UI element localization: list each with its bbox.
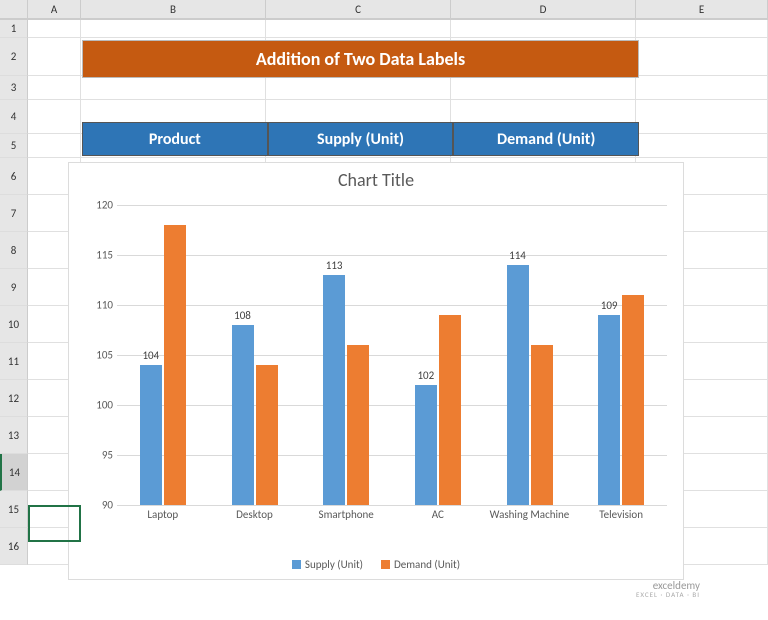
row-header-12[interactable]: 12 xyxy=(0,380,28,417)
bar-demand[interactable] xyxy=(531,345,553,505)
data-label[interactable]: 108 xyxy=(228,309,258,322)
bar-supply[interactable] xyxy=(507,265,529,505)
legend-label-demand: Demand (Unit) xyxy=(394,558,460,571)
bar-demand[interactable] xyxy=(164,225,186,505)
bar-supply[interactable] xyxy=(323,275,345,505)
header-product: Product xyxy=(82,122,268,156)
embedded-chart[interactable]: Chart Title 9095100105110115120Laptop104… xyxy=(68,162,684,580)
data-label[interactable]: 104 xyxy=(136,349,166,362)
data-label[interactable]: 113 xyxy=(319,259,349,272)
row-header-13[interactable]: 13 xyxy=(0,417,28,454)
row-header-16[interactable]: 16 xyxy=(0,528,28,565)
x-tick-label: AC xyxy=(392,505,484,521)
row-header-5[interactable]: 5 xyxy=(0,134,28,158)
row-header-7[interactable]: 7 xyxy=(0,195,28,232)
column-header-D[interactable]: D xyxy=(451,0,636,19)
x-tick-label: Television xyxy=(575,505,667,521)
gridline xyxy=(117,455,667,456)
column-header-A[interactable]: A xyxy=(28,0,81,19)
x-tick-label: Laptop xyxy=(117,505,209,521)
data-label[interactable]: 109 xyxy=(594,299,624,312)
y-tick-label: 120 xyxy=(85,199,113,212)
gridline xyxy=(117,255,667,256)
legend-item-demand[interactable]: Demand (Unit) xyxy=(381,558,460,571)
row-header-4[interactable]: 4 xyxy=(0,100,28,134)
column-header-B[interactable]: B xyxy=(81,0,266,19)
y-tick-label: 105 xyxy=(85,349,113,362)
watermark-main: exceldemy xyxy=(636,580,700,591)
legend[interactable]: Supply (Unit) Demand (Unit) xyxy=(69,558,683,571)
row-header-10[interactable]: 10 xyxy=(0,306,28,343)
bar-demand[interactable] xyxy=(256,365,278,505)
y-tick-label: 100 xyxy=(85,399,113,412)
row-header-15[interactable]: 15 xyxy=(0,491,28,528)
plot-area[interactable]: 9095100105110115120Laptop104Desktop108Sm… xyxy=(117,205,667,505)
row-header-1[interactable]: 1 xyxy=(0,20,28,38)
watermark-sub: EXCEL · DATA · BI xyxy=(636,591,700,598)
x-tick-label: Desktop xyxy=(209,505,301,521)
y-tick-label: 95 xyxy=(85,449,113,462)
x-tick-label: Smartphone xyxy=(300,505,392,521)
row-header-2[interactable]: 2 xyxy=(0,38,28,76)
legend-item-supply[interactable]: Supply (Unit) xyxy=(292,558,363,571)
gridline xyxy=(117,205,667,206)
data-label[interactable]: 102 xyxy=(411,369,441,382)
row-headers: 12345678910111213141516 xyxy=(0,20,28,565)
row-header-6[interactable]: 6 xyxy=(0,158,28,195)
legend-swatch-supply xyxy=(292,560,301,569)
bar-demand[interactable] xyxy=(622,295,644,505)
x-tick-label: Washing Machine xyxy=(484,505,576,521)
row-header-11[interactable]: 11 xyxy=(0,343,28,380)
select-all-corner[interactable] xyxy=(0,0,28,19)
gridline xyxy=(117,305,667,306)
row-header-3[interactable]: 3 xyxy=(0,76,28,100)
row-header-9[interactable]: 9 xyxy=(0,269,28,306)
bar-supply[interactable] xyxy=(415,385,437,505)
bar-supply[interactable] xyxy=(140,365,162,505)
legend-swatch-demand xyxy=(381,560,390,569)
spreadsheet-grid: ABCDE 12345678910111213141516 Addition o… xyxy=(0,0,768,620)
y-tick-label: 115 xyxy=(85,249,113,262)
data-label[interactable]: 114 xyxy=(503,249,533,262)
table-header-row: Product Supply (Unit) Demand (Unit) xyxy=(82,122,639,156)
title-banner: Addition of Two Data Labels xyxy=(82,40,639,78)
chart-title[interactable]: Chart Title xyxy=(69,163,683,191)
y-tick-label: 90 xyxy=(85,499,113,512)
gridline xyxy=(117,405,667,406)
column-header-E[interactable]: E xyxy=(636,0,768,19)
bar-demand[interactable] xyxy=(439,315,461,505)
bar-supply[interactable] xyxy=(598,315,620,505)
watermark: exceldemy EXCEL · DATA · BI xyxy=(636,580,700,598)
header-supply: Supply (Unit) xyxy=(268,122,454,156)
header-demand: Demand (Unit) xyxy=(453,122,639,156)
gridline xyxy=(117,355,667,356)
row-header-14[interactable]: 14 xyxy=(0,454,28,491)
bar-demand[interactable] xyxy=(347,345,369,505)
column-header-C[interactable]: C xyxy=(266,0,451,19)
y-tick-label: 110 xyxy=(85,299,113,312)
column-headers: ABCDE xyxy=(0,0,768,20)
row-header-8[interactable]: 8 xyxy=(0,232,28,269)
legend-label-supply: Supply (Unit) xyxy=(305,558,363,571)
bar-supply[interactable] xyxy=(232,325,254,505)
